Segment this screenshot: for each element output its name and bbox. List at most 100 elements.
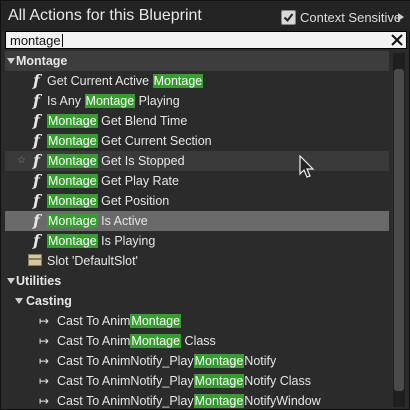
label-suffix: Get Play Rate [97,174,179,188]
row-label: Montage Get Blend Time [47,111,187,131]
context-sensitive-toggle[interactable]: Context Sensitive [281,9,401,25]
search-match-highlight: Montage [47,114,98,128]
search-match-highlight: Montage [130,334,182,348]
blueprint-action-menu: All Actions for this Blueprint Context S… [0,0,410,410]
search-match-highlight: Montage [193,394,245,408]
chevron-down-icon[interactable] [7,278,15,284]
row-label: Montage Is Active [47,211,148,231]
list-item[interactable]: ↦ Cast To AnimNotify_PlayMontageNotifyWin… [5,391,389,409]
search-match-highlight: Montage [47,134,98,148]
menu-header: All Actions for this Blueprint Context S… [1,1,410,31]
label-prefix: Cast To AnimNotify_Play [57,394,194,408]
list-item[interactable]: f Montage Is Playing [5,231,389,251]
search-match-highlight: Montage [152,74,204,88]
row-label: Montage Get Position [47,191,169,211]
label-suffix: Get Is Stopped [97,154,185,168]
label-prefix: Cast To AnimNotify_Play [57,354,194,368]
function-f-icon: f [33,151,40,170]
search-match-highlight: Montage [130,314,182,328]
row-label: Cast To AnimNotify_PlayMontageNotify [57,351,276,371]
search-match-highlight: Montage [47,174,98,188]
cast-arrow-icon: ↦ [39,394,50,408]
menu-title: All Actions for this Blueprint [8,7,202,24]
search-match-highlight: Montage [193,354,245,368]
label-suffix: Class [181,334,216,348]
function-f-icon: f [33,231,40,250]
list-item[interactable]: ↦ Cast To AnimNotify_PlayMontageNotify Cl… [5,371,389,391]
label-prefix: Is Any [47,94,85,108]
search-match-highlight: Montage [47,154,98,168]
action-list: Montage f Get Current Active Montage f Is An… [5,51,389,409]
row-label: Montage Get Current Section [47,131,212,151]
context-sensitive-label: Context Sensitive [300,9,402,25]
list-item[interactable]: ↦ Cast To AnimMontage [5,311,389,331]
cast-arrow-icon: ↦ [39,334,50,348]
search-match-highlight: Montage [193,374,245,388]
subcategory-label: Casting [26,294,72,308]
search-match-highlight: Montage [84,94,136,108]
chevron-down-icon[interactable] [7,58,15,64]
category-header[interactable]: Utilities [5,271,389,291]
row-label: Is Any Montage Playing [47,91,180,111]
label-suffix: Get Blend Time [97,114,188,128]
category-header[interactable]: Montage [5,51,389,71]
label-suffix: Is Active [97,214,148,228]
search-input[interactable]: montage [5,31,407,49]
function-f-icon: f [33,71,40,90]
list-item[interactable]: f Montage Get Blend Time [5,111,389,131]
context-sensitive-checkbox[interactable] [281,9,296,25]
scrollbar[interactable] [393,53,405,407]
scrollbar-thumb[interactable] [394,69,404,391]
label-suffix: NotifyWindow [244,394,321,408]
function-f-icon: f [33,111,40,130]
function-f-icon: f [33,171,40,190]
cast-arrow-icon: ↦ [39,314,50,328]
cast-arrow-icon: ↦ [39,354,50,368]
label-prefix: Cast To Anim [57,314,131,328]
function-f-icon: f [33,131,40,150]
label-suffix: Is Playing [97,234,156,248]
category-label: Utilities [16,274,62,288]
label-suffix: Notify [244,354,277,368]
search-input-value[interactable]: montage [10,33,63,48]
list-item[interactable]: f Montage Get Play Rate [5,171,389,191]
label-prefix: Cast To AnimNotify_Play [57,374,194,388]
list-item[interactable]: f Montage Get Position [5,191,389,211]
close-x-icon[interactable] [391,34,403,46]
list-item[interactable]: f Montage Get Current Section [5,131,389,151]
slot-node-icon [28,254,42,266]
search-match-highlight: Montage [47,234,98,248]
row-label: Cast To AnimMontage Class [57,331,216,351]
list-item[interactable]: ↦ Cast To AnimNotify_PlayMontageNotify [5,351,389,371]
star-icon[interactable]: ☆ [17,151,26,171]
checkmark-icon [283,12,294,22]
list-item[interactable]: Slot 'DefaultSlot' [5,251,389,271]
chevron-down-icon[interactable] [15,298,23,304]
mouse-cursor-icon [299,155,315,178]
row-label: Cast To AnimNotify_PlayMontageNotifyWind… [57,391,321,409]
row-label: Cast To AnimNotify_PlayMontageNotify Cla… [57,371,311,391]
list-item[interactable]: f Is Any Montage Playing [5,91,389,111]
label-prefix: Cast To Anim [57,334,131,348]
function-f-icon: f [33,191,40,210]
category-label: Montage [16,54,68,68]
row-label: Montage Get Is Stopped [47,151,185,171]
list-item[interactable]: f Montage Is Active [5,211,389,231]
caret-right-icon[interactable] [397,13,405,21]
row-label: Montage Is Playing [47,231,155,251]
function-f-icon: f [33,91,40,110]
list-item[interactable]: ↦ Cast To AnimMontage Class [5,331,389,351]
search-match-highlight: Montage [47,214,98,228]
label-suffix: Get Position [97,194,170,208]
text-caret [61,34,63,47]
list-item[interactable]: ☆ f Montage Get Is Stopped [5,151,389,171]
row-label: Slot 'DefaultSlot' [47,254,138,268]
label-suffix: Notify Class [244,374,311,388]
row-label: Get Current Active Montage [47,71,204,91]
row-label: Montage Get Play Rate [47,171,179,191]
subcategory-header[interactable]: Casting [5,291,389,311]
label-suffix: Get Current Section [97,134,212,148]
search-match-highlight: Montage [47,194,98,208]
row-label: Cast To AnimMontage [57,311,182,331]
list-item[interactable]: f Get Current Active Montage [5,71,389,91]
